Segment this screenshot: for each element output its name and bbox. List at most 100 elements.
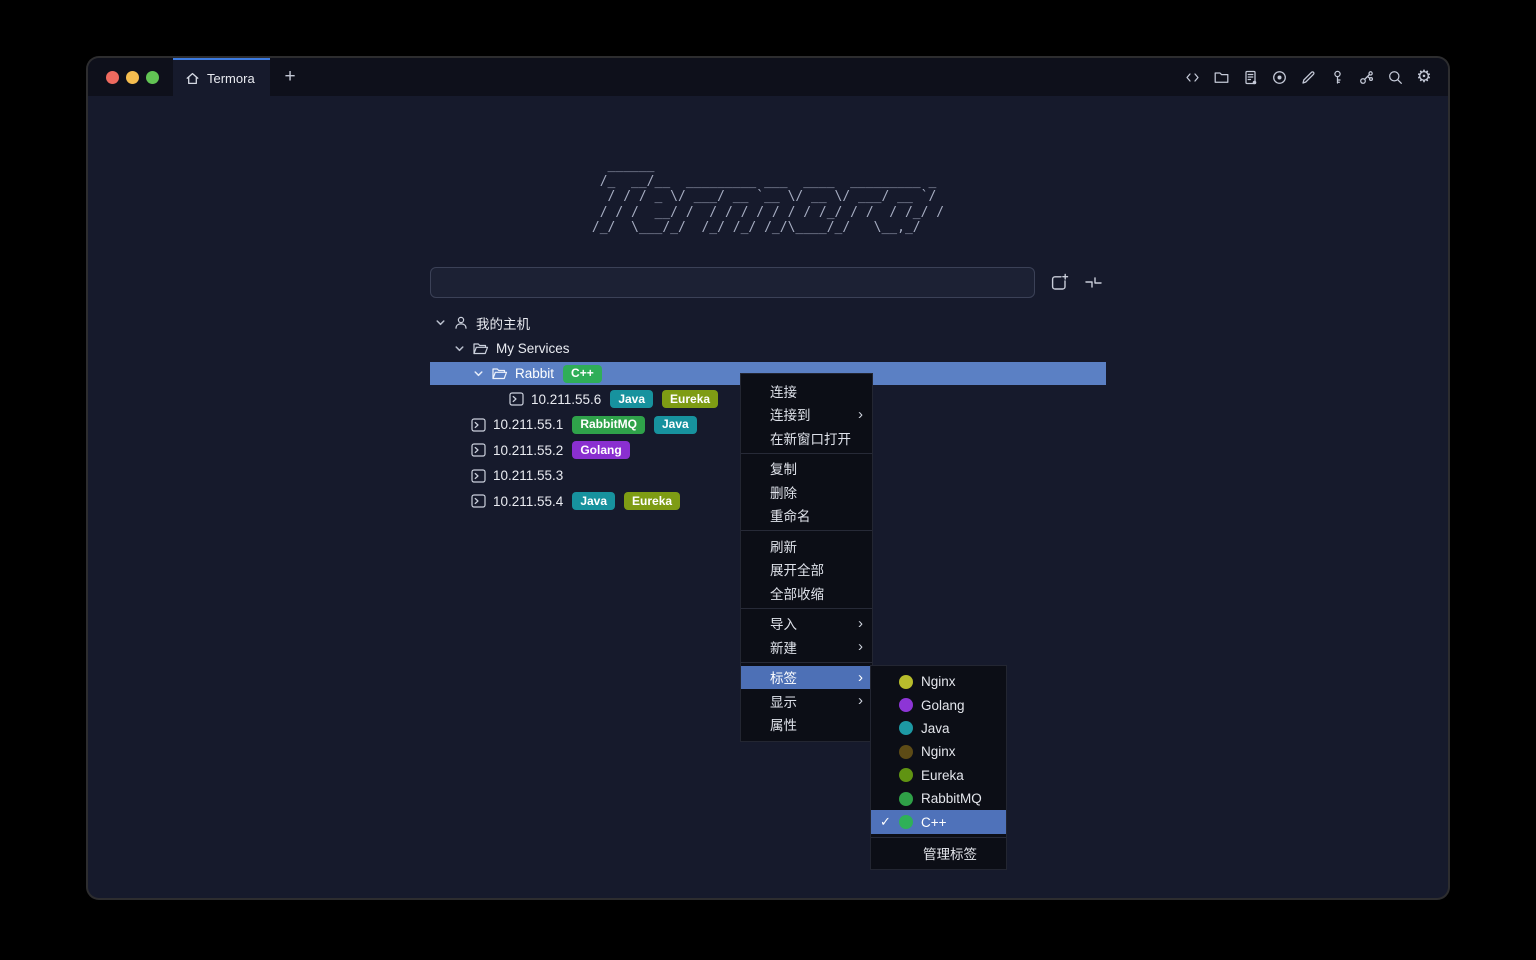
menu-item-expand-all[interactable]: 展开全部	[741, 558, 872, 582]
chevron-down-icon[interactable]	[472, 367, 485, 380]
tree-label: Rabbit	[515, 366, 554, 381]
tree-row-my-services[interactable]: My Services	[88, 336, 1448, 362]
menu-separator	[741, 662, 872, 663]
tag-color-dot	[899, 698, 913, 712]
user-icon	[453, 315, 469, 331]
menu-item-label: 标签	[770, 667, 797, 687]
menu-item-label: 新建	[770, 637, 797, 657]
tab-termora[interactable]: Termora	[173, 58, 270, 96]
menu-item-properties[interactable]: 属性	[741, 713, 872, 737]
code-icon[interactable]	[1183, 68, 1201, 86]
tag-badge: Eureka	[624, 492, 680, 510]
submenu-arrow-icon: ›	[858, 693, 863, 708]
menu-item-tags[interactable]: 标签 ›	[741, 666, 872, 690]
add-host-button[interactable]	[1046, 270, 1071, 295]
quick-connect-input[interactable]	[430, 267, 1035, 298]
folder-icon[interactable]	[1212, 68, 1230, 86]
chevron-down-icon[interactable]	[434, 316, 447, 329]
tag-item-cpp-checked[interactable]: ✓ C++	[871, 810, 1006, 833]
toolbar: ⚙	[1183, 58, 1448, 96]
menu-item-connect[interactable]: 连接	[741, 379, 872, 403]
menu-separator	[871, 837, 1006, 838]
tag-item-nginx-2[interactable]: Nginx	[871, 740, 1006, 763]
menu-item-rename[interactable]: 重命名	[741, 504, 872, 528]
minimize-window-button[interactable]	[126, 71, 139, 84]
menu-item-manage-tags[interactable]: 管理标签	[871, 841, 1006, 865]
menu-item-refresh[interactable]: 刷新	[741, 534, 872, 558]
tag-badge: Java	[610, 390, 653, 408]
tag-item-java[interactable]: Java	[871, 717, 1006, 740]
menu-item-label: 显示	[770, 691, 797, 711]
tag-label: Nginx	[921, 674, 956, 689]
menu-item-delete[interactable]: 删除	[741, 480, 872, 504]
menu-item-collapse-all[interactable]: 全部收缩	[741, 581, 872, 605]
tag-color-dot	[899, 815, 913, 829]
tree-row-my-hosts[interactable]: 我的主机	[88, 310, 1448, 336]
menu-item-connect-to[interactable]: 连接到›	[741, 403, 872, 427]
tag-submenu: Nginx Golang Java Nginx Eureka RabbitMQ	[870, 665, 1007, 870]
checkmark-icon: ✓	[880, 814, 899, 830]
tag-color-dot	[899, 792, 913, 806]
menu-separator	[741, 608, 872, 609]
search-icon[interactable]	[1386, 68, 1404, 86]
menu-item-label: 删除	[770, 482, 797, 502]
menu-item-label: 展开全部	[770, 559, 824, 579]
menu-item-import[interactable]: 导入›	[741, 612, 872, 636]
ascii-logo: ______ /_ __/__ _________ ___ ____ _____…	[592, 158, 944, 236]
tag-label: Nginx	[921, 744, 956, 759]
key-icon[interactable]	[1328, 68, 1346, 86]
terminal-icon	[509, 392, 524, 406]
tree-label: 10.211.55.6	[531, 392, 601, 407]
menu-item-label: 属性	[770, 714, 797, 734]
submenu-arrow-icon: ›	[858, 670, 863, 685]
tag-label: Java	[921, 721, 950, 736]
tag-color-dot	[899, 745, 913, 759]
chevron-down-icon[interactable]	[453, 342, 466, 355]
zoom-window-button[interactable]	[146, 71, 159, 84]
tag-item-eureka[interactable]: Eureka	[871, 764, 1006, 787]
submenu-arrow-icon: ›	[858, 639, 863, 654]
tag-item-nginx[interactable]: Nginx	[871, 670, 1006, 693]
terminal-icon	[471, 469, 486, 483]
tag-badge: C++	[563, 365, 602, 383]
tag-badge: RabbitMQ	[572, 416, 645, 434]
keychain-icon[interactable]	[1357, 68, 1375, 86]
tag-label: Golang	[921, 698, 965, 713]
menu-item-label: 连接到	[770, 404, 811, 424]
terminal-icon	[471, 418, 486, 432]
menu-separator	[741, 530, 872, 531]
tree-label: My Services	[496, 341, 570, 356]
tree-label: 10.211.55.2	[493, 443, 563, 458]
app-window: Termora +	[88, 58, 1448, 898]
titlebar: Termora +	[88, 58, 1448, 96]
record-icon[interactable]	[1270, 68, 1288, 86]
tag-item-rabbitmq[interactable]: RabbitMQ	[871, 787, 1006, 810]
tag-item-golang[interactable]: Golang	[871, 693, 1006, 716]
submenu-arrow-icon: ›	[858, 616, 863, 631]
tag-label: Eureka	[921, 768, 964, 783]
settings-icon[interactable]: ⚙	[1415, 68, 1433, 86]
menu-item-open-in-new-window[interactable]: 在新窗口打开	[741, 426, 872, 450]
tab-title: Termora	[207, 71, 255, 86]
edit-icon[interactable]	[1299, 68, 1317, 86]
traffic-lights	[88, 58, 173, 96]
menu-item-label: 连接	[770, 381, 797, 401]
menu-item-label: 复制	[770, 458, 797, 478]
home-icon	[185, 71, 200, 86]
new-tab-button[interactable]: +	[270, 58, 310, 96]
tag-badge: Eureka	[662, 390, 718, 408]
menu-item-copy[interactable]: 复制	[741, 457, 872, 481]
plus-icon: +	[284, 66, 295, 88]
context-menu: 连接 连接到› 在新窗口打开 复制 删除 重命名 刷新 展开全部 全部收缩 导入…	[740, 373, 873, 742]
tree-label: 10.211.55.4	[493, 494, 563, 509]
tag-label: RabbitMQ	[921, 791, 982, 806]
menu-item-new[interactable]: 新建 ›	[741, 635, 872, 659]
tag-badge: Java	[572, 492, 615, 510]
layout-toggle-button[interactable]	[1080, 270, 1105, 295]
tag-badge: Java	[654, 416, 697, 434]
open-folder-icon	[472, 341, 489, 356]
tag-color-dot	[899, 768, 913, 782]
log-file-icon[interactable]	[1241, 68, 1259, 86]
close-window-button[interactable]	[106, 71, 119, 84]
menu-item-display[interactable]: 显示 ›	[741, 689, 872, 713]
